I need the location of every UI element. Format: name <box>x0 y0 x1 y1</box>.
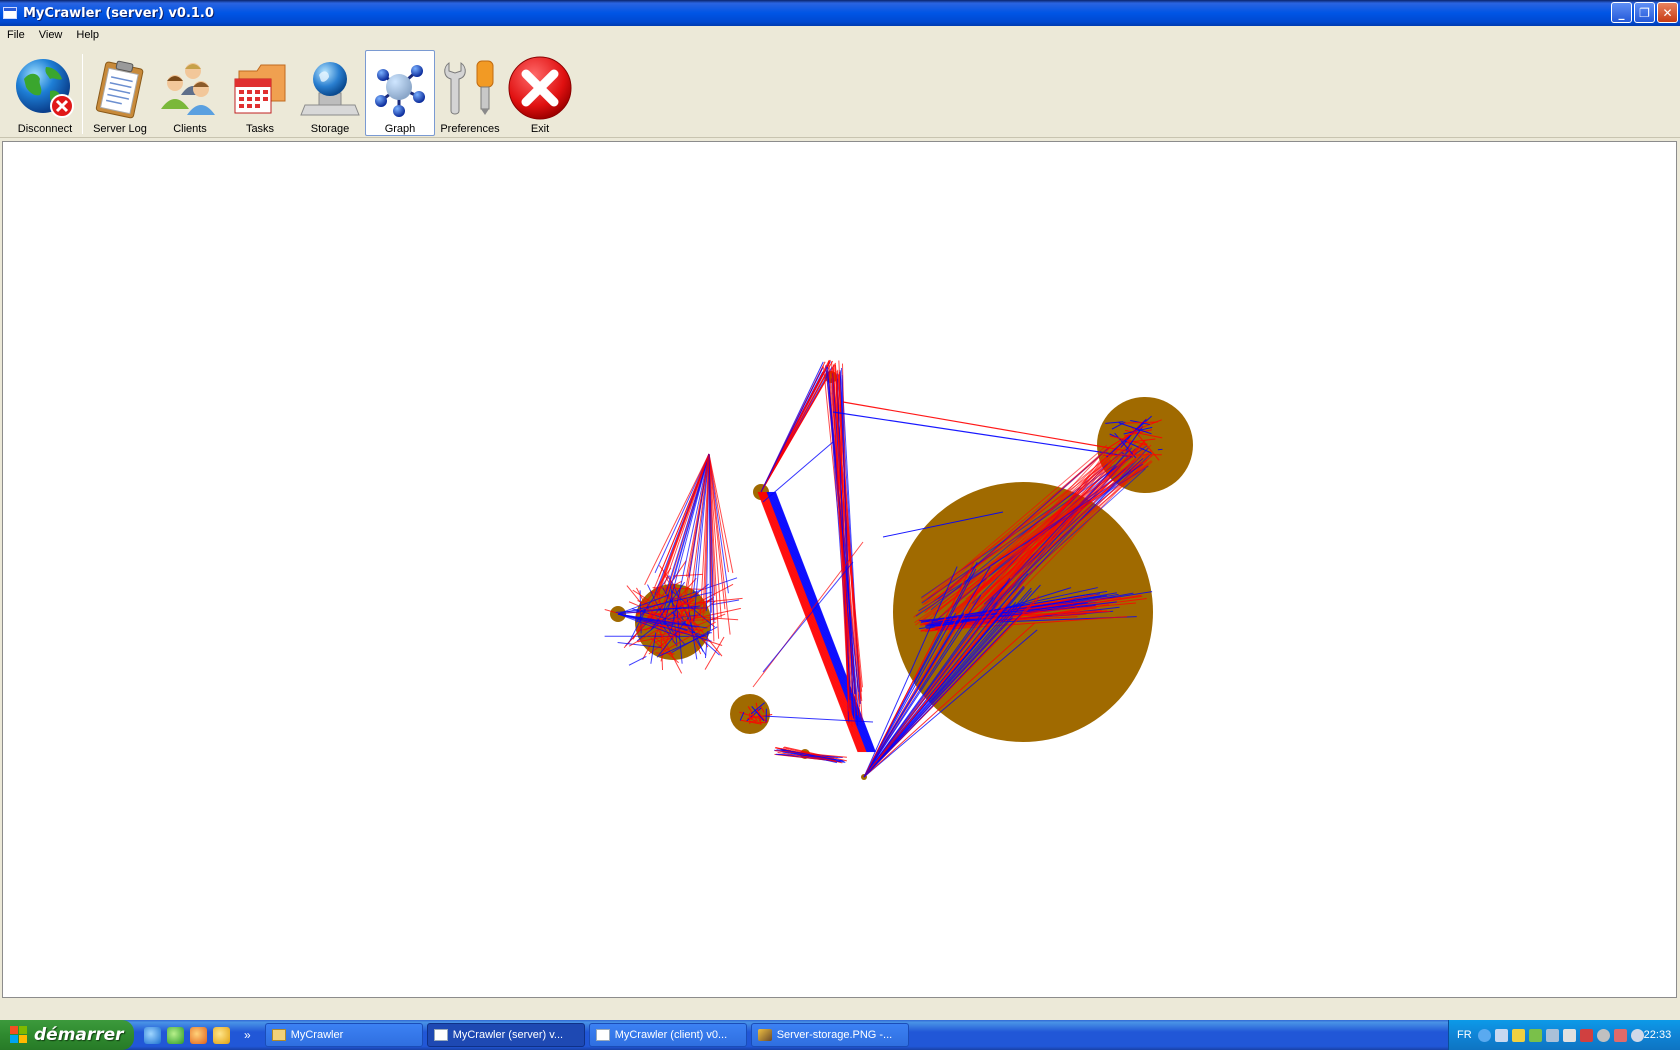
graph-edge <box>762 441 834 503</box>
storage-button[interactable]: Storage <box>295 50 365 136</box>
toolbar-separator <box>82 54 83 134</box>
taskbar-item-mycrawler-folder[interactable]: MyCrawler <box>264 1023 423 1047</box>
exit-label: Exit <box>530 123 550 135</box>
clock[interactable]: 22:33 <box>1644 1029 1672 1041</box>
app-window-icon <box>3 7 17 19</box>
menu-file[interactable]: File <box>0 26 32 45</box>
taskbar-item-label: MyCrawler (client) v0... <box>614 1029 728 1041</box>
start-label: démarrer <box>34 1025 124 1045</box>
quick-launch-overflow[interactable]: » <box>244 1028 251 1042</box>
folder-icon <box>271 1029 286 1041</box>
clipboard-icon <box>86 54 154 122</box>
graph-edge <box>842 401 1134 453</box>
preferences-button[interactable]: Preferences <box>435 50 505 136</box>
start-button[interactable]: démarrer <box>0 1020 134 1050</box>
graph-edge <box>774 491 876 753</box>
network-icon[interactable] <box>1494 1028 1508 1042</box>
media-player-icon[interactable] <box>213 1026 230 1044</box>
volume-icon[interactable] <box>1562 1028 1576 1042</box>
menu-view[interactable]: View <box>32 26 70 45</box>
audio-icon[interactable] <box>1579 1028 1593 1042</box>
graph-edge <box>1103 454 1162 456</box>
taskbar-item-label: Server-storage.PNG -... <box>776 1029 893 1041</box>
disconnect-button[interactable]: Disconnect <box>10 50 80 136</box>
clients-button[interactable]: Clients <box>155 50 225 136</box>
server-log-button[interactable]: Server Log <box>85 50 155 136</box>
graph-edge <box>704 636 725 670</box>
language-indicator[interactable]: FR <box>1457 1029 1472 1041</box>
menu-help[interactable]: Help <box>69 26 106 45</box>
taskbar-item-label: MyCrawler (server) v... <box>452 1029 564 1041</box>
graph-edge <box>628 656 647 666</box>
graph-edge <box>773 491 875 753</box>
tools-icon <box>436 54 504 122</box>
graph-edge <box>832 411 1134 458</box>
taskbar-item-mycrawler-server[interactable]: MyCrawler (server) v... <box>426 1023 585 1047</box>
minimize-button[interactable]: _ <box>1611 2 1632 23</box>
window-title: MyCrawler (server) v0.1.0 <box>23 5 214 21</box>
exit-icon <box>506 54 574 122</box>
graph-canvas[interactable] <box>2 141 1677 998</box>
globe-drive-icon <box>296 54 364 122</box>
toolbar: Disconnect Server Log Clients Tasks Stor… <box>0 46 1680 138</box>
paint-icon <box>757 1029 772 1041</box>
title-bar[interactable]: MyCrawler (server) v0.1.0 _ ❐ ✕ <box>0 0 1680 26</box>
window-icon <box>433 1029 448 1041</box>
clients-label: Clients <box>173 123 207 135</box>
taskbar-item-label: MyCrawler <box>290 1029 344 1041</box>
menu-bar: File View Help <box>0 26 1680 45</box>
messenger-icon[interactable] <box>167 1026 184 1044</box>
tray-arrow-icon[interactable] <box>1477 1028 1491 1042</box>
preferences-label: Preferences <box>440 123 500 135</box>
exit-button[interactable]: Exit <box>505 50 575 136</box>
quick-launch: » <box>134 1026 261 1044</box>
safely-remove-icon[interactable] <box>1613 1028 1627 1042</box>
graph-edge <box>760 360 834 493</box>
globe-disconnect-icon <box>11 54 79 122</box>
windows-flag-icon <box>10 1026 28 1044</box>
calendar-folder-icon <box>226 54 294 122</box>
users-icon <box>156 54 224 122</box>
antivirus-icon[interactable] <box>1528 1028 1542 1042</box>
taskbar: démarrer » MyCrawler MyCrawler (server) … <box>0 1020 1680 1050</box>
firefox-icon[interactable] <box>190 1026 207 1044</box>
window-controls: _ ❐ ✕ <box>1611 2 1678 23</box>
server-log-label: Server Log <box>93 123 147 135</box>
graph-button[interactable]: Graph <box>365 50 435 136</box>
storage-label: Storage <box>310 123 350 135</box>
display-icon[interactable] <box>1545 1028 1559 1042</box>
taskbar-item-server-storage-png[interactable]: Server-storage.PNG -... <box>750 1023 909 1047</box>
graph-visualization <box>604 359 1193 780</box>
tasks-label: Tasks <box>245 123 275 135</box>
window-icon <box>595 1029 610 1041</box>
disconnect-label: Disconnect <box>17 123 73 135</box>
tray-icons <box>1477 1028 1644 1042</box>
update-icon[interactable] <box>1596 1028 1610 1042</box>
tasks-button[interactable]: Tasks <box>225 50 295 136</box>
security-shield-icon[interactable] <box>1511 1028 1525 1042</box>
help-tray-icon[interactable] <box>1630 1028 1644 1042</box>
graph-edge <box>772 491 874 753</box>
ie-icon[interactable] <box>144 1026 161 1044</box>
system-tray: FR 22:33 <box>1448 1020 1680 1050</box>
taskbar-item-mycrawler-client[interactable]: MyCrawler (client) v0... <box>588 1023 747 1047</box>
molecule-icon <box>366 54 434 122</box>
close-button[interactable]: ✕ <box>1657 2 1678 23</box>
graph-label: Graph <box>384 123 416 135</box>
restore-button[interactable]: ❐ <box>1634 2 1655 23</box>
graph-edge <box>760 367 824 493</box>
